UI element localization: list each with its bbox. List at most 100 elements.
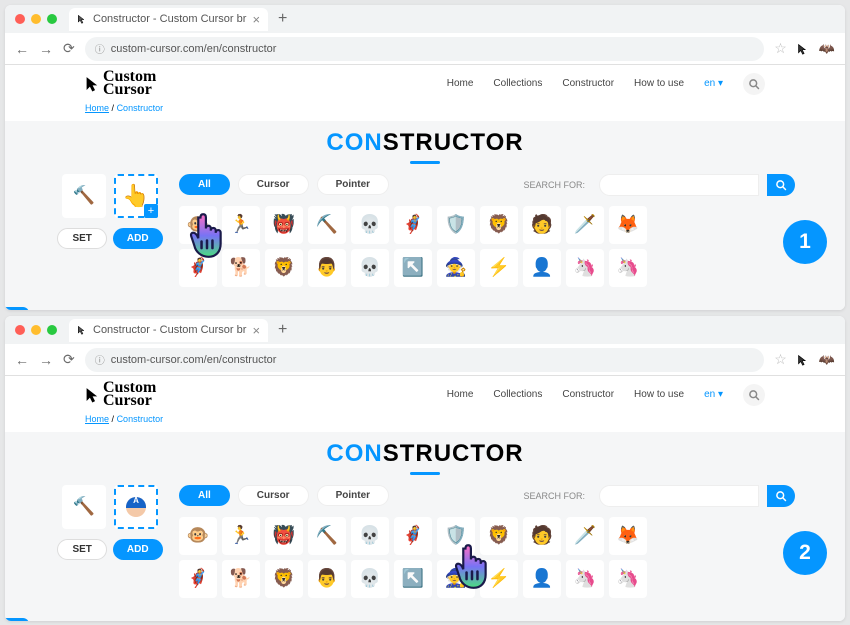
- nav-howto[interactable]: How to use: [634, 389, 684, 400]
- close-window-icon[interactable]: [15, 325, 25, 335]
- minimize-window-icon[interactable]: [31, 325, 41, 335]
- cursor-cell[interactable]: 💀: [351, 206, 389, 244]
- cursor-cell[interactable]: ↖️: [394, 249, 432, 287]
- breadcrumb-home[interactable]: Home: [85, 414, 109, 424]
- extension-batman-icon[interactable]: 🦇: [819, 41, 835, 57]
- accessibility-button[interactable]: ♿: [5, 307, 29, 310]
- filter-cursor[interactable]: Cursor: [238, 485, 309, 506]
- filter-all[interactable]: All: [179, 485, 230, 506]
- cursor-cell[interactable]: 🦊: [609, 517, 647, 555]
- browser-tab[interactable]: Constructor - Custom Cursor br ×: [69, 319, 268, 342]
- cursor-cell[interactable]: ⛏️: [308, 206, 346, 244]
- cursor-slot[interactable]: 🔨: [62, 174, 106, 218]
- cursor-cell[interactable]: 🦁: [480, 206, 518, 244]
- breadcrumb-home[interactable]: Home: [85, 103, 109, 113]
- cursor-cell[interactable]: 🦸: [394, 517, 432, 555]
- accessibility-button[interactable]: ♿: [5, 618, 29, 621]
- new-tab-button[interactable]: +: [268, 10, 297, 28]
- language-selector[interactable]: en ▾: [704, 78, 723, 89]
- maximize-window-icon[interactable]: [47, 14, 57, 24]
- set-button[interactable]: SET: [57, 228, 106, 249]
- logo[interactable]: Custom Cursor: [85, 382, 156, 408]
- new-tab-button[interactable]: +: [268, 321, 297, 339]
- add-button[interactable]: ADD: [113, 539, 163, 560]
- filter-pointer[interactable]: Pointer: [317, 174, 389, 195]
- cursor-cell[interactable]: 👨: [308, 560, 346, 598]
- cursor-cell[interactable]: 🐵: [179, 517, 217, 555]
- back-button[interactable]: ←: [15, 41, 29, 57]
- back-button[interactable]: ←: [15, 352, 29, 368]
- cursor-cell[interactable]: 👤: [523, 560, 561, 598]
- nav-collections[interactable]: Collections: [493, 78, 542, 89]
- search-button[interactable]: [767, 174, 795, 196]
- filter-pointer[interactable]: Pointer: [317, 485, 389, 506]
- extension-cursor-icon[interactable]: [797, 43, 809, 55]
- close-tab-icon[interactable]: ×: [252, 12, 260, 27]
- close-tab-icon[interactable]: ×: [252, 323, 260, 338]
- cursor-cell[interactable]: ⛏️: [308, 517, 346, 555]
- forward-button[interactable]: →: [39, 352, 53, 368]
- cursor-cell[interactable]: 🦁: [265, 249, 303, 287]
- browser-tab[interactable]: Constructor - Custom Cursor br ×: [69, 8, 268, 31]
- cursor-cell[interactable]: 💀: [351, 560, 389, 598]
- extension-batman-icon[interactable]: 🦇: [819, 352, 835, 368]
- cursor-cell[interactable]: ↖️: [394, 560, 432, 598]
- nav-howto[interactable]: How to use: [634, 78, 684, 89]
- cursor-slot[interactable]: 🔨: [62, 485, 106, 529]
- cursor-cell[interactable]: 🦸: [179, 560, 217, 598]
- nav-constructor[interactable]: Constructor: [562, 389, 614, 400]
- pointer-slot-empty[interactable]: 👆 +: [114, 174, 158, 218]
- address-bar[interactable]: ⓘ custom-cursor.com/en/constructor: [85, 348, 765, 372]
- pointer-slot-filled[interactable]: [114, 485, 158, 529]
- cursor-cell[interactable]: 👤: [523, 249, 561, 287]
- cursor-cell[interactable]: 🦄: [566, 560, 604, 598]
- reload-button[interactable]: ⟳: [63, 40, 75, 57]
- cursor-cell[interactable]: 🦄: [566, 249, 604, 287]
- filter-cursor[interactable]: Cursor: [238, 174, 309, 195]
- cursor-cell[interactable]: 🐕: [222, 560, 260, 598]
- cursor-cell[interactable]: 🛡️: [437, 206, 475, 244]
- header-search-button[interactable]: [743, 73, 765, 95]
- cursor-cell[interactable]: 🦄: [609, 249, 647, 287]
- extension-cursor-icon[interactable]: [797, 354, 809, 366]
- search-button[interactable]: [767, 485, 795, 507]
- cursor-cell[interactable]: ⚡: [480, 249, 518, 287]
- bookmark-icon[interactable]: ☆: [774, 40, 787, 57]
- cursor-cell[interactable]: 🗡️: [566, 206, 604, 244]
- nav-home[interactable]: Home: [447, 78, 474, 89]
- cursor-cell[interactable]: 💀: [351, 249, 389, 287]
- cursor-cell[interactable]: 💀: [351, 517, 389, 555]
- search-input[interactable]: [599, 174, 759, 196]
- header-search-button[interactable]: [743, 384, 765, 406]
- cursor-cell[interactable]: 🧙: [437, 249, 475, 287]
- address-bar[interactable]: ⓘ custom-cursor.com/en/constructor: [85, 37, 765, 61]
- search-input[interactable]: [599, 485, 759, 507]
- filter-all[interactable]: All: [179, 174, 230, 195]
- cursor-cell[interactable]: 🧑: [523, 517, 561, 555]
- nav-home[interactable]: Home: [447, 389, 474, 400]
- cursor-cell[interactable]: 🗡️: [566, 517, 604, 555]
- cursor-cell[interactable]: 🏃: [222, 517, 260, 555]
- cursor-cell[interactable]: 🧑: [523, 206, 561, 244]
- cursor-cell[interactable]: 🦊: [609, 206, 647, 244]
- cursor-cell[interactable]: 🦄: [609, 560, 647, 598]
- cursor-cell[interactable]: 👹: [265, 206, 303, 244]
- reload-button[interactable]: ⟳: [63, 351, 75, 368]
- language-selector[interactable]: en ▾: [704, 389, 723, 400]
- window-controls[interactable]: [15, 14, 57, 24]
- bookmark-icon[interactable]: ☆: [774, 351, 787, 368]
- close-window-icon[interactable]: [15, 14, 25, 24]
- set-button[interactable]: SET: [57, 539, 106, 560]
- maximize-window-icon[interactable]: [47, 325, 57, 335]
- forward-button[interactable]: →: [39, 41, 53, 57]
- cursor-cell[interactable]: 🦁: [265, 560, 303, 598]
- add-button[interactable]: ADD: [113, 228, 163, 249]
- cursor-cell[interactable]: 👨: [308, 249, 346, 287]
- cursor-cell[interactable]: 👹: [265, 517, 303, 555]
- logo[interactable]: Custom Cursor: [85, 71, 156, 97]
- nav-collections[interactable]: Collections: [493, 389, 542, 400]
- window-controls[interactable]: [15, 325, 57, 335]
- minimize-window-icon[interactable]: [31, 14, 41, 24]
- cursor-cell[interactable]: 🦸: [394, 206, 432, 244]
- nav-constructor[interactable]: Constructor: [562, 78, 614, 89]
